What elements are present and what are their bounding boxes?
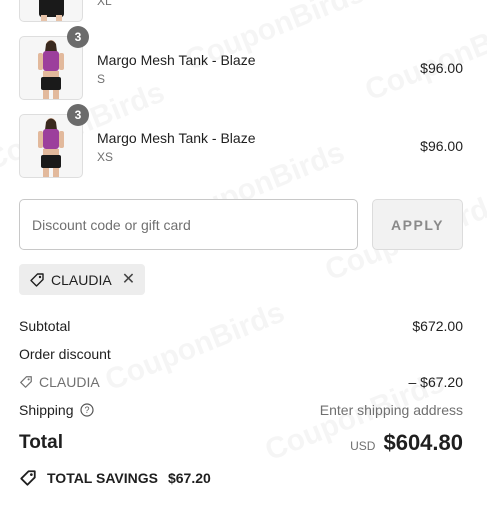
item-variant: XS xyxy=(97,150,114,164)
tag-icon xyxy=(20,376,32,388)
total-savings-label: TOTAL SAVINGS xyxy=(47,470,158,486)
product-image xyxy=(39,0,64,21)
subtotal-row: Subtotal $672.00 xyxy=(19,318,463,334)
item-variant: XL xyxy=(97,0,112,8)
total-savings: TOTAL SAVINGS $67.20 xyxy=(19,469,211,487)
discount-code-row: CLAUDIA – $67.20 xyxy=(19,374,463,390)
item-name: Margo Mesh Tank - Blaze xyxy=(97,130,256,146)
applied-discount-chip: CLAUDIA ✕ xyxy=(19,264,146,295)
shipping-row: Shipping ? Enter shipping address xyxy=(19,402,463,418)
remove-discount-icon[interactable]: ✕ xyxy=(122,271,135,288)
total-amount: $604.80 xyxy=(383,430,463,455)
item-price: $96.00 xyxy=(420,60,463,76)
apply-button[interactable]: APPLY xyxy=(372,199,463,250)
cart-item-partial xyxy=(19,0,83,22)
cart-item: 3 Margo Mesh Tank - Blaze XS $96.00 xyxy=(19,104,463,178)
product-thumbnail: 3 xyxy=(19,26,89,100)
tag-icon xyxy=(20,470,36,486)
shipping-label: Shipping xyxy=(19,402,74,418)
item-name: Margo Mesh Tank - Blaze xyxy=(97,52,256,68)
subtotal-value: $672.00 xyxy=(412,318,463,334)
currency-code: USD xyxy=(350,439,376,453)
quantity-badge: 3 xyxy=(67,26,89,48)
cart-item: 3 Margo Mesh Tank - Blaze S $96.00 xyxy=(19,26,463,100)
total-label: Total xyxy=(19,432,63,453)
help-icon[interactable]: ? xyxy=(79,403,94,417)
shipping-value: Enter shipping address xyxy=(319,402,463,418)
svg-text:?: ? xyxy=(84,405,89,415)
applied-discount-code: CLAUDIA xyxy=(51,271,112,288)
discount-code-input[interactable] xyxy=(19,199,358,250)
total-row: Total USD $604.80 xyxy=(19,430,463,456)
discount-value: – $67.20 xyxy=(408,374,464,390)
quantity-badge: 3 xyxy=(67,104,89,126)
total-savings-value: $67.20 xyxy=(167,470,211,486)
item-price: $96.00 xyxy=(420,138,463,154)
subtotal-label: Subtotal xyxy=(19,318,71,334)
order-discount-label: Order discount xyxy=(19,346,111,362)
product-thumbnail: 3 xyxy=(19,104,89,178)
order-discount-row: Order discount xyxy=(19,346,463,362)
discount-code-label: CLAUDIA xyxy=(39,374,100,390)
tag-icon xyxy=(30,272,44,287)
item-variant: S xyxy=(97,72,106,86)
